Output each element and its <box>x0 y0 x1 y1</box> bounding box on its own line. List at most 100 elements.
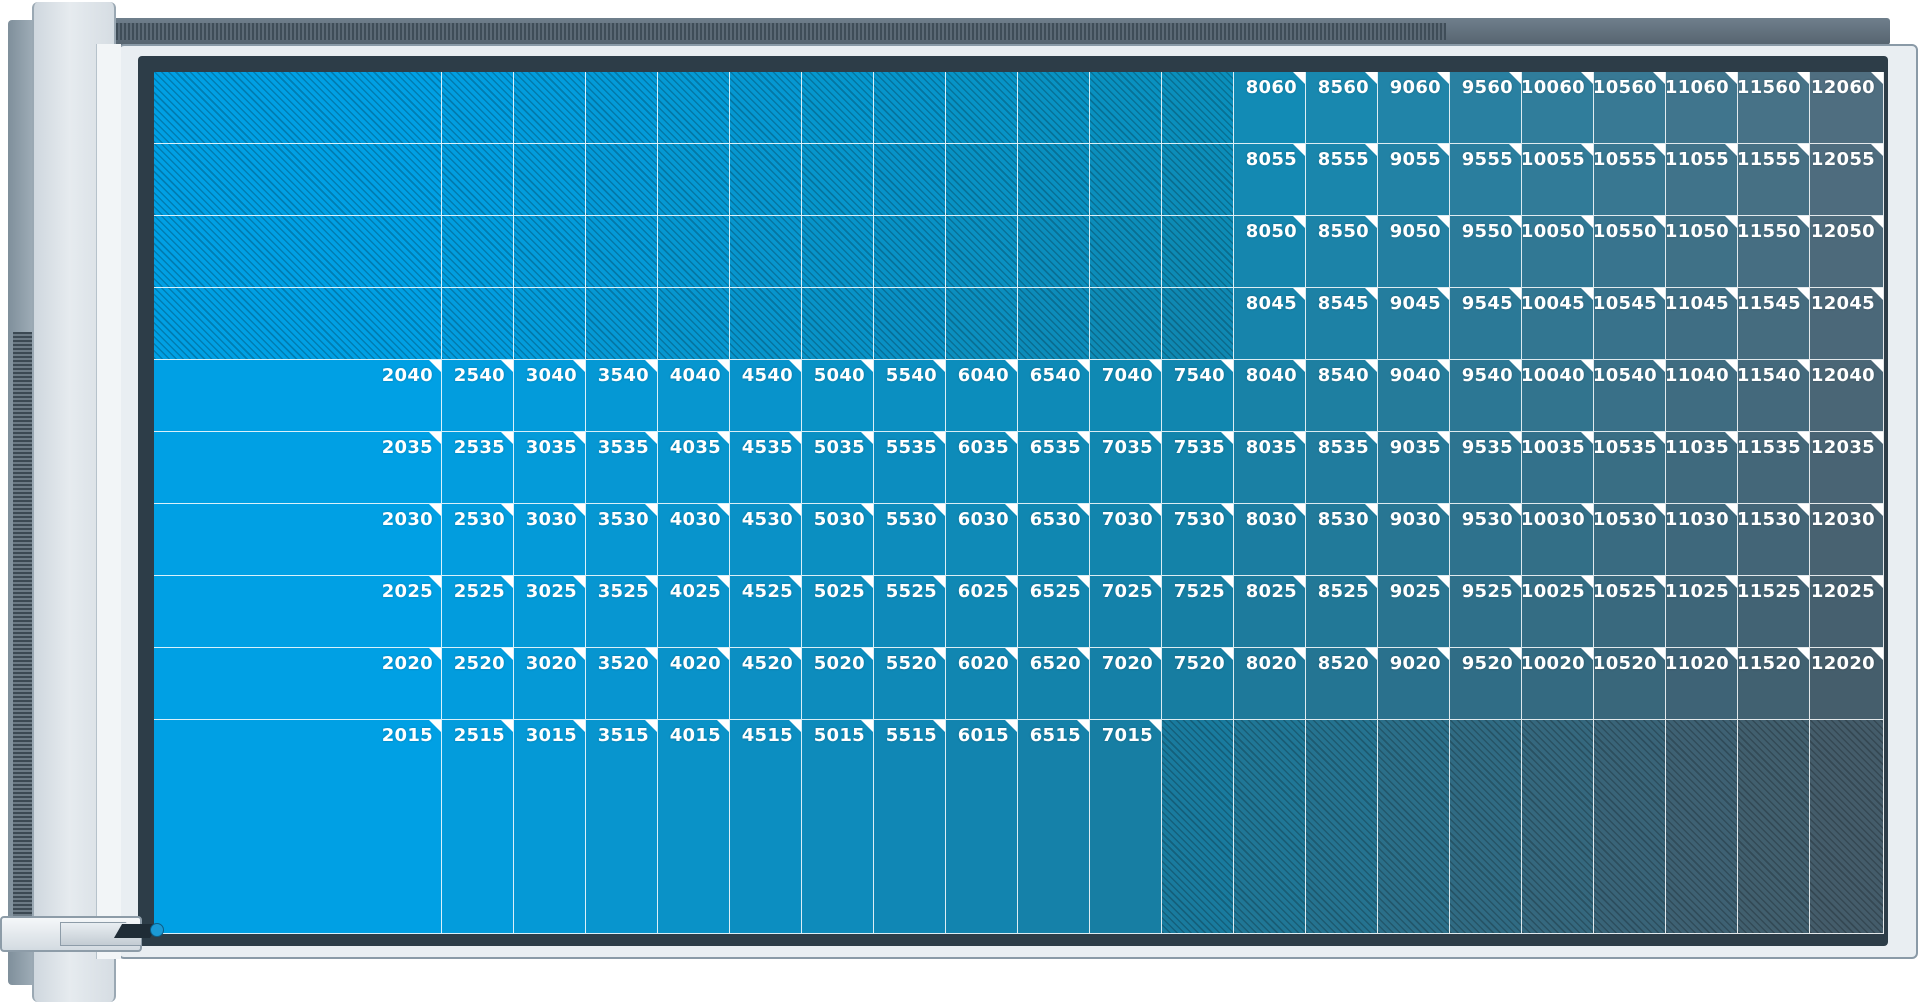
grid-cell[interactable]: 2025 <box>154 576 442 648</box>
grid-cell[interactable]: 8550 <box>1306 216 1378 288</box>
grid-cell[interactable]: 9035 <box>1378 432 1450 504</box>
grid-cell[interactable]: 10555 <box>1593 144 1666 216</box>
grid-cell[interactable]: 8055 <box>1234 144 1306 216</box>
grid-cell[interactable]: 9545 <box>1450 288 1522 360</box>
grid-cell[interactable]: 10525 <box>1593 576 1666 648</box>
grid-cell[interactable]: 4025 <box>658 576 730 648</box>
grid-cell[interactable]: 9040 <box>1378 360 1450 432</box>
grid-cell[interactable]: 2040 <box>154 360 442 432</box>
grid-cell[interactable]: 5520 <box>874 648 946 720</box>
grid-cell[interactable]: 5040 <box>802 360 874 432</box>
grid-cell[interactable]: 11555 <box>1737 144 1810 216</box>
grid-cell[interactable]: 10035 <box>1521 432 1594 504</box>
grid-cell[interactable]: 8050 <box>1234 216 1306 288</box>
grid-cell[interactable]: 7520 <box>1162 648 1234 720</box>
grid-cell[interactable]: 11550 <box>1737 216 1810 288</box>
grid-cell[interactable]: 5525 <box>874 576 946 648</box>
grid-cell[interactable]: 10560 <box>1593 72 1666 144</box>
grid-cell[interactable]: 11055 <box>1665 144 1738 216</box>
grid-cell[interactable]: 9560 <box>1450 72 1522 144</box>
grid-cell[interactable]: 8545 <box>1306 288 1378 360</box>
grid-cell[interactable]: 5535 <box>874 432 946 504</box>
grid-cell[interactable]: 10520 <box>1593 648 1666 720</box>
grid-cell[interactable]: 3040 <box>514 360 586 432</box>
grid-cell[interactable]: 3025 <box>514 576 586 648</box>
grid-cell[interactable]: 6525 <box>1018 576 1090 648</box>
grid-cell[interactable]: 10545 <box>1593 288 1666 360</box>
grid-cell[interactable]: 3020 <box>514 648 586 720</box>
grid-cell[interactable]: 9555 <box>1450 144 1522 216</box>
grid-cell[interactable]: 5540 <box>874 360 946 432</box>
grid-cell[interactable]: 6040 <box>946 360 1018 432</box>
grid-cell[interactable]: 7530 <box>1162 504 1234 576</box>
grid-cell[interactable]: 7015 <box>1090 720 1162 934</box>
grid-cell[interactable]: 6535 <box>1018 432 1090 504</box>
grid-cell[interactable]: 5030 <box>802 504 874 576</box>
grid-cell[interactable]: 10540 <box>1593 360 1666 432</box>
grid-cell[interactable]: 8540 <box>1306 360 1378 432</box>
grid-cell[interactable]: 8035 <box>1234 432 1306 504</box>
grid-cell[interactable]: 11030 <box>1665 504 1738 576</box>
grid-cell[interactable]: 6020 <box>946 648 1018 720</box>
grid-cell[interactable]: 9055 <box>1378 144 1450 216</box>
grid-cell[interactable]: 7535 <box>1162 432 1234 504</box>
grid-cell[interactable]: 10055 <box>1521 144 1594 216</box>
grid-cell[interactable]: 2015 <box>154 720 442 934</box>
grid-cell[interactable]: 6520 <box>1018 648 1090 720</box>
grid-cell[interactable]: 6030 <box>946 504 1018 576</box>
grid-cell[interactable]: 7030 <box>1090 504 1162 576</box>
grid-cell[interactable]: 11545 <box>1737 288 1810 360</box>
grid-cell[interactable]: 9550 <box>1450 216 1522 288</box>
grid-cell[interactable]: 6015 <box>946 720 1018 934</box>
grid-cell[interactable]: 6035 <box>946 432 1018 504</box>
grid-cell[interactable]: 3015 <box>514 720 586 934</box>
grid-cell[interactable]: 12045 <box>1810 288 1884 360</box>
grid-cell[interactable]: 10050 <box>1521 216 1594 288</box>
grid-cell[interactable]: 10045 <box>1521 288 1594 360</box>
grid-cell[interactable]: 5020 <box>802 648 874 720</box>
grid-cell[interactable]: 5025 <box>802 576 874 648</box>
grid-cell[interactable]: 12055 <box>1810 144 1884 216</box>
grid-cell[interactable]: 11535 <box>1737 432 1810 504</box>
grid-cell[interactable]: 8555 <box>1306 144 1378 216</box>
grid-cell[interactable]: 12025 <box>1810 576 1884 648</box>
grid-cell[interactable]: 2515 <box>442 720 514 934</box>
grid-cell[interactable]: 11040 <box>1665 360 1738 432</box>
grid-cell[interactable]: 10535 <box>1593 432 1666 504</box>
grid-cell[interactable]: 4525 <box>730 576 802 648</box>
grid-cell[interactable]: 9540 <box>1450 360 1522 432</box>
grid-cell[interactable]: 8030 <box>1234 504 1306 576</box>
grid-cell[interactable]: 7020 <box>1090 648 1162 720</box>
grid-cell[interactable]: 8020 <box>1234 648 1306 720</box>
grid-cell[interactable]: 10060 <box>1521 72 1594 144</box>
grid-cell[interactable]: 3030 <box>514 504 586 576</box>
grid-cell[interactable]: 11520 <box>1737 648 1810 720</box>
grid-cell[interactable]: 8040 <box>1234 360 1306 432</box>
grid-cell[interactable]: 2530 <box>442 504 514 576</box>
grid-cell[interactable]: 11035 <box>1665 432 1738 504</box>
grid-cell[interactable]: 7025 <box>1090 576 1162 648</box>
grid-cell[interactable]: 4030 <box>658 504 730 576</box>
grid-cell[interactable]: 12020 <box>1810 648 1884 720</box>
grid-cell[interactable]: 6515 <box>1018 720 1090 934</box>
grid-cell[interactable]: 9020 <box>1378 648 1450 720</box>
grid-cell[interactable]: 8560 <box>1306 72 1378 144</box>
grid-cell[interactable]: 8025 <box>1234 576 1306 648</box>
grid-cell[interactable]: 11560 <box>1737 72 1810 144</box>
grid-cell[interactable]: 2525 <box>442 576 514 648</box>
grid-cell[interactable]: 3520 <box>586 648 658 720</box>
grid-cell[interactable]: 11020 <box>1665 648 1738 720</box>
grid-cell[interactable]: 7525 <box>1162 576 1234 648</box>
grid-cell[interactable]: 10550 <box>1593 216 1666 288</box>
grid-cell[interactable]: 10040 <box>1521 360 1594 432</box>
grid-cell[interactable]: 3525 <box>586 576 658 648</box>
grid-cell[interactable]: 4035 <box>658 432 730 504</box>
grid-cell[interactable]: 8530 <box>1306 504 1378 576</box>
grid-cell[interactable]: 3530 <box>586 504 658 576</box>
grid-cell[interactable]: 2035 <box>154 432 442 504</box>
grid-cell[interactable]: 3035 <box>514 432 586 504</box>
grid-cell[interactable]: 6530 <box>1018 504 1090 576</box>
grid-cell[interactable]: 11025 <box>1665 576 1738 648</box>
grid-cell[interactable]: 3540 <box>586 360 658 432</box>
grid-cell[interactable]: 7040 <box>1090 360 1162 432</box>
